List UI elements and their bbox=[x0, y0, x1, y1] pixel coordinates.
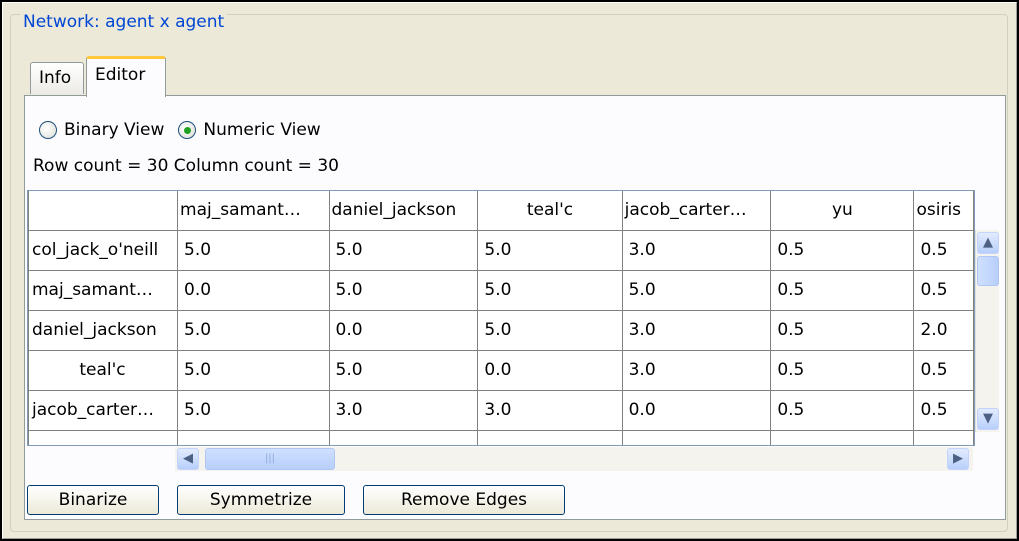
matrix-cell[interactable]: 2.0 bbox=[913, 309, 974, 351]
matrix-cell[interactable]: 5.0 bbox=[328, 269, 479, 311]
matrix-cell[interactable]: 5.0 bbox=[177, 309, 330, 351]
matrix-cell[interactable]: 0.0 bbox=[328, 309, 479, 351]
matrix-cell[interactable]: 5.0 bbox=[477, 229, 623, 271]
matrix-cell[interactable] bbox=[913, 429, 974, 445]
matrix-cell[interactable]: 0.5 bbox=[913, 269, 974, 311]
remove-edges-button[interactable]: Remove Edges bbox=[363, 485, 565, 515]
horizontal-scroll-thumb[interactable]: ||| bbox=[205, 448, 335, 470]
row-column-count: Row count = 30 Column count = 30 bbox=[33, 156, 339, 176]
matrix-cell[interactable]: 0.5 bbox=[913, 389, 974, 431]
tab-info[interactable]: Info bbox=[30, 62, 84, 94]
horizontal-scrollbar[interactable]: ◀ ||| ▶ bbox=[175, 447, 973, 471]
matrix-cell[interactable]: 0.5 bbox=[770, 269, 915, 311]
table-row: daniel_jackson 5.0 0.0 5.0 3.0 0.5 2.0 bbox=[28, 309, 974, 351]
matrix-table: maj_samant… daniel_jackson teal'c jacob_… bbox=[28, 191, 974, 445]
symmetrize-button[interactable]: Symmetrize bbox=[177, 485, 345, 515]
binary-view-label: Binary View bbox=[64, 120, 165, 140]
matrix-cell[interactable]: 5.0 bbox=[177, 229, 330, 271]
numeric-view-option[interactable]: Numeric View bbox=[178, 120, 321, 140]
row-header[interactable]: jacob_carter… bbox=[28, 389, 179, 431]
table-row: col_jack_o'neill 5.0 5.0 5.0 3.0 0.5 0.5 bbox=[28, 229, 974, 271]
matrix-cell[interactable] bbox=[770, 429, 915, 445]
matrix-cell[interactable] bbox=[328, 429, 479, 445]
matrix-cell[interactable] bbox=[477, 429, 623, 445]
matrix-cell[interactable]: 0.5 bbox=[913, 349, 974, 391]
numeric-view-radio[interactable] bbox=[178, 121, 197, 139]
column-header[interactable]: daniel_jackson bbox=[328, 191, 479, 231]
view-mode-radio-group: Binary View Numeric View bbox=[39, 118, 335, 142]
column-header[interactable]: maj_samant… bbox=[177, 191, 330, 231]
tab-editor[interactable]: Editor bbox=[86, 56, 166, 97]
row-header[interactable]: daniel_jackson bbox=[28, 309, 179, 351]
binary-view-option[interactable]: Binary View bbox=[39, 120, 164, 140]
row-header[interactable]: teal'c bbox=[28, 349, 179, 391]
chevron-left-icon[interactable]: ◀ bbox=[177, 448, 199, 470]
matrix-cell[interactable]: 3.0 bbox=[328, 389, 479, 431]
matrix-cell[interactable]: 0.5 bbox=[770, 389, 915, 431]
matrix-cell[interactable] bbox=[621, 429, 772, 445]
matrix-cell[interactable]: 5.0 bbox=[328, 229, 479, 271]
matrix-cell[interactable]: 0.5 bbox=[770, 309, 915, 351]
chevron-up-icon[interactable]: ▲ bbox=[977, 232, 999, 254]
editor-panel: Binary View Numeric View Row count = 30 … bbox=[24, 95, 1006, 520]
chevron-down-icon[interactable]: ▼ bbox=[977, 408, 999, 430]
column-header[interactable]: osiris bbox=[913, 191, 974, 231]
column-header[interactable]: jacob_carter… bbox=[621, 191, 772, 231]
table-row: teal'c 5.0 5.0 0.0 3.0 0.5 0.5 bbox=[28, 349, 974, 391]
matrix-cell[interactable]: 5.0 bbox=[477, 309, 623, 351]
matrix-cell[interactable]: 3.0 bbox=[621, 349, 772, 391]
row-header[interactable]: maj_samant… bbox=[28, 269, 179, 311]
matrix-cell[interactable]: 5.0 bbox=[477, 269, 623, 311]
matrix-table-viewport: maj_samant… daniel_jackson teal'c jacob_… bbox=[27, 190, 975, 446]
table-row: jacob_carter… 5.0 3.0 3.0 0.0 0.5 0.5 bbox=[28, 389, 974, 431]
table-header-row: maj_samant… daniel_jackson teal'c jacob_… bbox=[28, 191, 974, 231]
matrix-cell[interactable] bbox=[177, 429, 330, 445]
matrix-cell[interactable]: 5.0 bbox=[328, 349, 479, 391]
binary-view-radio[interactable] bbox=[39, 121, 57, 139]
matrix-cell[interactable]: 3.0 bbox=[477, 389, 623, 431]
numeric-view-label: Numeric View bbox=[203, 120, 321, 140]
column-header[interactable]: yu bbox=[770, 191, 915, 231]
matrix-cell[interactable]: 0.0 bbox=[177, 269, 330, 311]
matrix-cell[interactable]: 5.0 bbox=[177, 349, 330, 391]
matrix-cell[interactable]: 0.5 bbox=[913, 229, 974, 271]
chevron-right-icon[interactable]: ▶ bbox=[947, 448, 969, 470]
matrix-cell[interactable]: 3.0 bbox=[621, 229, 772, 271]
row-header[interactable]: col_jack_o'neill bbox=[28, 229, 179, 271]
table-row: maj_samant… 0.0 5.0 5.0 5.0 0.5 0.5 bbox=[28, 269, 974, 311]
matrix-cell[interactable]: 5.0 bbox=[177, 389, 330, 431]
matrix-cell[interactable]: 3.0 bbox=[621, 309, 772, 351]
vertical-scrollbar[interactable]: ▲ ▼ bbox=[975, 230, 999, 432]
matrix-cell[interactable]: 0.5 bbox=[770, 229, 915, 271]
matrix-cell[interactable]: 0.0 bbox=[477, 349, 623, 391]
vertical-scroll-thumb[interactable] bbox=[977, 256, 999, 286]
table-row-partial bbox=[28, 429, 974, 445]
row-header[interactable] bbox=[28, 429, 179, 445]
matrix-cell[interactable]: 0.0 bbox=[621, 389, 772, 431]
corner-header-cell bbox=[28, 191, 179, 231]
matrix-cell[interactable]: 5.0 bbox=[621, 269, 772, 311]
matrix-cell[interactable]: 0.5 bbox=[770, 349, 915, 391]
group-title: Network: agent x agent bbox=[20, 12, 228, 32]
binarize-button[interactable]: Binarize bbox=[27, 485, 159, 515]
column-header[interactable]: teal'c bbox=[477, 191, 623, 231]
